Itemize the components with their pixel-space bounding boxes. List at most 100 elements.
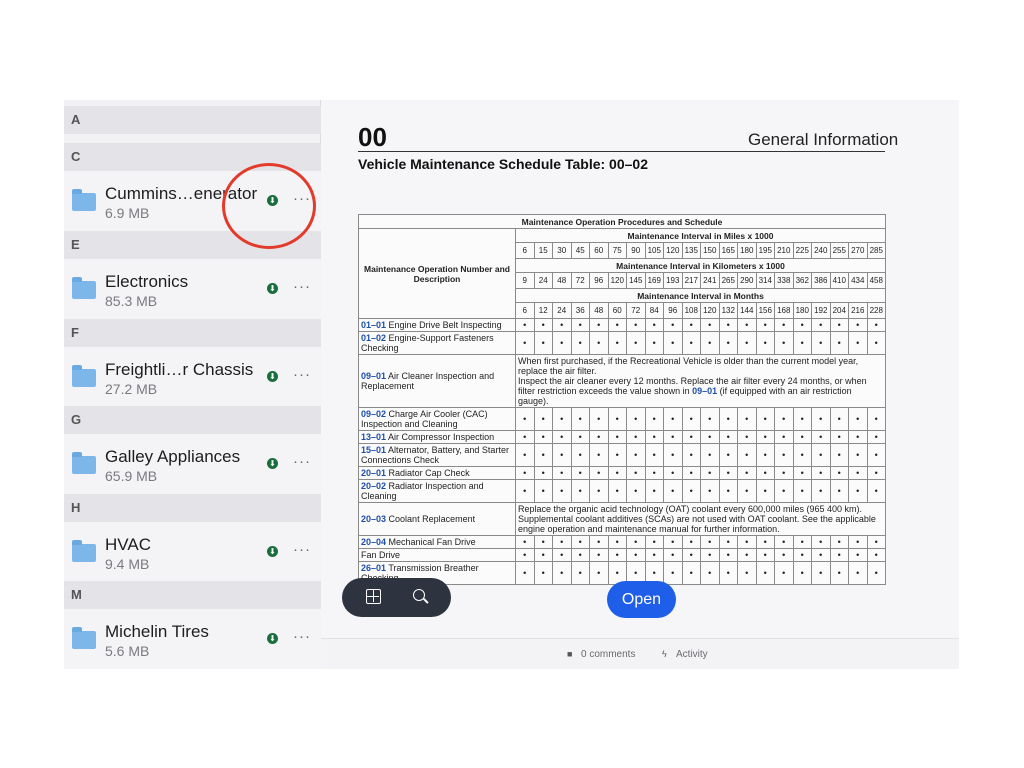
schedule-dot: • (570, 535, 590, 549)
more-options-icon[interactable]: ··· (293, 628, 311, 645)
schedule-dot: • (700, 466, 720, 480)
schedule-dot: • (533, 548, 553, 562)
schedule-dot: • (866, 430, 887, 444)
operation-cell: 09–02 Charge Air Cooler (CAC) Inspection… (358, 407, 516, 431)
schedule-dot: • (589, 479, 609, 503)
schedule-dot: • (533, 331, 553, 355)
km-value: 314 (755, 272, 775, 289)
schedule-dot: • (829, 331, 849, 355)
miles-value: 195 (755, 242, 775, 259)
schedule-dot: • (737, 443, 757, 467)
schedule-dot: • (589, 331, 609, 355)
more-options-icon[interactable]: ··· (293, 541, 311, 558)
note-text: Replace the organic acid technology (OAT… (518, 504, 876, 534)
folder-icon (72, 540, 96, 562)
more-options-icon[interactable]: ··· (293, 278, 311, 295)
schedule-dot: • (718, 318, 738, 332)
file-size: 9.4 MB (105, 556, 150, 572)
more-options-icon[interactable]: ··· (293, 453, 311, 470)
folder-icon (72, 365, 96, 387)
months-value: 132 (718, 302, 738, 319)
miles-value: 285 (866, 242, 887, 259)
schedule-dot: • (718, 407, 738, 431)
schedule-dot: • (811, 443, 831, 467)
schedule-dot: • (737, 479, 757, 503)
km-value: 241 (700, 272, 720, 289)
schedule-dot: • (626, 407, 646, 431)
grid-view-icon[interactable] (366, 589, 381, 604)
km-value: 265 (718, 272, 738, 289)
schedule-dot: • (700, 407, 720, 431)
operation-code: 20–01 (361, 468, 387, 478)
schedule-dot: • (829, 430, 849, 444)
miles-value: 240 (811, 242, 831, 259)
km-value: 145 (626, 272, 646, 289)
schedule-dot: • (607, 407, 627, 431)
schedule-dot: • (644, 535, 664, 549)
document-preview[interactable]: 00 General Information Vehicle Maintenan… (321, 100, 959, 669)
schedule-dot: • (533, 443, 553, 467)
file-row-hvac[interactable]: HVAC 9.4 MB ⬇ ··· (64, 522, 321, 582)
table-row: 20–01 Radiator Cap Check • • • • • • • • • • • • • • • •… (358, 466, 887, 480)
km-value: 362 (792, 272, 812, 289)
schedule-dot: • (681, 535, 701, 549)
file-row-galley-appliances[interactable]: Galley Appliances 65.9 MB ⬇ ··· (64, 434, 321, 494)
more-options-icon[interactable]: ··· (293, 366, 311, 383)
operation-cell: 15–01 Alternator, Battery, and Starter C… (358, 443, 516, 467)
operation-cell: 20–03 Coolant Replacement (358, 502, 516, 536)
folder-icon (72, 452, 96, 474)
months-header: Maintenance Interval in Months (514, 288, 887, 303)
schedule-dot: • (589, 443, 609, 467)
months-value: 168 (774, 302, 794, 319)
schedule-dot: • (792, 443, 812, 467)
open-button[interactable]: Open (607, 581, 676, 618)
schedule-dot: • (644, 479, 664, 503)
activity-link[interactable]: ϟ Activity (662, 649, 708, 660)
schedule-dot: • (515, 479, 535, 503)
miles-value: 150 (700, 242, 720, 259)
operation-cell: 01–01 Engine Drive Belt Inspecting (358, 318, 516, 332)
months-value: 156 (755, 302, 775, 319)
schedule-dot: • (552, 407, 572, 431)
schedule-dot: • (570, 443, 590, 467)
operation-code: 01–01 (361, 320, 387, 330)
schedule-dot: • (663, 443, 683, 467)
schedule-dot: • (866, 535, 887, 549)
km-value: 410 (829, 272, 849, 289)
search-icon[interactable] (413, 589, 425, 601)
schedule-dot: • (737, 407, 757, 431)
miles-value: 60 (589, 242, 609, 259)
schedule-dot: • (570, 331, 590, 355)
schedule-dot: • (774, 430, 794, 444)
operation-note: When first purchased, if the Recreationa… (514, 354, 887, 408)
schedule-dot: • (774, 479, 794, 503)
schedule-dot: • (607, 466, 627, 480)
operation-code: 01–02 (361, 333, 387, 343)
schedule-dot: • (589, 407, 609, 431)
schedule-dot: • (829, 318, 849, 332)
schedule-dot: • (515, 318, 535, 332)
schedule-dot: • (552, 535, 572, 549)
schedule-dot: • (811, 479, 831, 503)
file-row-freightliner[interactable]: Freightli…r Chassis 27.2 MB ⬇ ··· (64, 347, 321, 407)
schedule-dot: • (552, 318, 572, 332)
miles-value: 15 (533, 242, 553, 259)
schedule-dot: • (552, 479, 572, 503)
schedule-dot: • (718, 430, 738, 444)
miles-value: 30 (552, 242, 572, 259)
schedule-dot: • (533, 535, 553, 549)
schedule-dot: • (737, 331, 757, 355)
km-value: 338 (774, 272, 794, 289)
file-row-electronics[interactable]: Electronics 85.3 MB ⬇ ··· (64, 259, 321, 319)
schedule-dot: • (644, 430, 664, 444)
schedule-dot: • (570, 318, 590, 332)
schedule-dot: • (737, 548, 757, 562)
comments-link[interactable]: ■ 0 comments (567, 649, 635, 660)
file-row-michelin-tires[interactable]: Michelin Tires 5.6 MB ⬇ ··· (64, 609, 321, 669)
schedule-dot: • (718, 466, 738, 480)
file-size: 5.6 MB (105, 643, 150, 659)
km-value: 169 (644, 272, 664, 289)
floating-toolbar (342, 578, 451, 617)
activity-label: Activity (676, 649, 708, 660)
operation-code: 20–04 (361, 537, 387, 547)
